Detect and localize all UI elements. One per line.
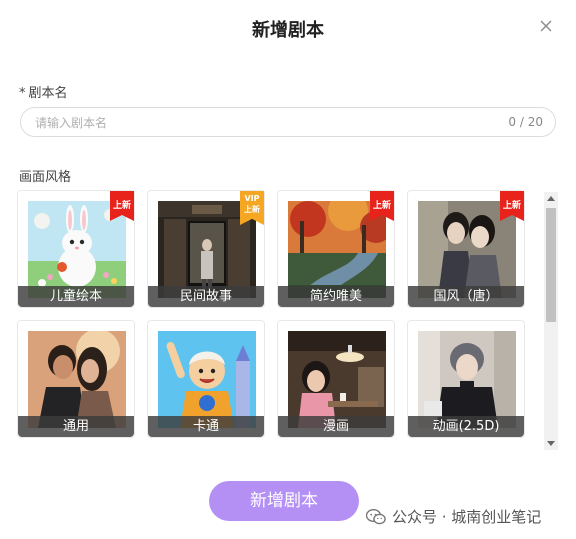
style-card-animation-2-5d[interactable]: 动画(2.5D) xyxy=(407,320,525,438)
script-name-label-text: 剧本名 xyxy=(28,86,68,101)
script-name-input[interactable] xyxy=(33,108,477,138)
style-card-cartoon[interactable]: 卡通 xyxy=(147,320,265,438)
style-card-label: 卡通 xyxy=(148,416,264,437)
style-card-label: 动画(2.5D) xyxy=(408,416,524,437)
required-mark: * xyxy=(19,86,26,101)
style-thumbnail xyxy=(288,331,386,428)
style-card-general[interactable]: 通用 xyxy=(17,320,135,438)
style-card-label: 简约唯美 xyxy=(278,286,394,307)
style-thumbnail xyxy=(28,331,126,428)
style-card-label: 通用 xyxy=(18,416,134,437)
wechat-icon xyxy=(366,508,386,524)
close-icon[interactable] xyxy=(538,18,554,34)
scroll-up-arrow-icon[interactable] xyxy=(547,196,555,201)
style-card-label: 儿童绘本 xyxy=(18,286,134,307)
style-grid-scrollbar[interactable] xyxy=(544,192,558,450)
style-grid: 上新 儿童绘本 VIP 上新 民间故事 上新 简约唯美 上新 国风（唐） 通用 … xyxy=(17,190,560,452)
script-name-label: * 剧本名 xyxy=(19,82,68,101)
style-card-children-picture-book[interactable]: 上新 儿童绘本 xyxy=(17,190,135,308)
style-card-label: 漫画 xyxy=(278,416,394,437)
style-card-label: 国风（唐） xyxy=(408,286,524,307)
add-script-button[interactable]: 新增剧本 xyxy=(209,481,359,521)
scrollbar-thumb[interactable] xyxy=(546,208,556,322)
style-card-label: 民间故事 xyxy=(148,286,264,307)
char-counter: 0 / 20 xyxy=(508,115,543,129)
dialog-title: 新增剧本 xyxy=(252,20,324,41)
scroll-down-arrow-icon[interactable] xyxy=(547,441,555,446)
style-card-comic[interactable]: 漫画 xyxy=(277,320,395,438)
new-script-dialog: 新增剧本 *剧本名 0 / 20 画面风格 xyxy=(0,0,576,539)
script-name-field: 0 / 20 xyxy=(20,107,556,138)
style-thumbnail xyxy=(418,331,516,428)
style-card-guofeng-tang[interactable]: 上新 国风（唐） xyxy=(407,190,525,308)
visual-style-label: 画面风格 xyxy=(19,170,72,185)
style-thumbnail xyxy=(158,331,256,428)
watermark: 公众号 · 城南创业笔记 xyxy=(366,506,541,527)
style-card-folk-tale[interactable]: VIP 上新 民间故事 xyxy=(147,190,265,308)
style-card-minimalist-aesthetic[interactable]: 上新 简约唯美 xyxy=(277,190,395,308)
watermark-text: 公众号 · 城南创业笔记 xyxy=(392,508,542,526)
